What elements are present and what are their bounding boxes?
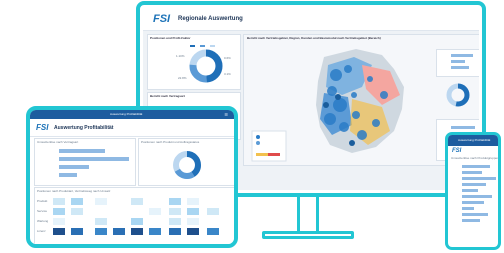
monitor-stand — [297, 197, 319, 231]
heatmap-panel: Positionen nach Produktart, Vertriebsweg… — [34, 187, 234, 244]
map-panel: Bericht nach Vertriebsgebiet, Region, Ku… — [243, 34, 479, 166]
revenue-bar-panel: Umsatzerlöse nach Vertragsart — [34, 138, 136, 186]
mini-bar-chart — [436, 49, 479, 77]
phone-device: Auswertung Profitabilität FSI Umsatzerlö… — [445, 132, 501, 250]
bar — [462, 177, 496, 180]
bar — [462, 195, 492, 198]
tablet-header: FSI Auswertung Profitabilität — [30, 119, 234, 137]
bar — [59, 165, 89, 169]
donut-chart — [173, 151, 201, 179]
bar — [462, 165, 490, 168]
brand-logo: FSI — [452, 148, 462, 154]
bar — [462, 201, 484, 204]
bar — [59, 173, 77, 177]
tablet-status-bar: Auswertung Profitabilität ☰ — [30, 110, 234, 119]
donut-chart — [189, 45, 223, 83]
panel-title: Bericht nach Vertragsart — [150, 94, 185, 98]
bar — [59, 149, 105, 153]
bar — [59, 157, 129, 161]
bar — [462, 213, 488, 216]
monitor-base — [262, 231, 354, 239]
mini-donut — [446, 83, 470, 107]
menu-icon[interactable]: ☰ — [224, 112, 228, 117]
page-title: Regionale Auswertung — [178, 16, 243, 22]
dashboard-header: FSI Regionale Auswertung — [143, 8, 479, 31]
profit-factor-panel: Positionen und Profit-Faktor 1.10% 0.6% … — [147, 34, 241, 90]
brand-logo: FSI — [36, 123, 49, 132]
tablet-device: Auswertung Profitabilität ☰ FSI Auswertu… — [26, 106, 238, 248]
bar — [462, 189, 478, 192]
brand-logo: FSI — [153, 13, 171, 25]
bar — [462, 219, 480, 222]
bar — [462, 207, 474, 210]
heatmap — [53, 198, 219, 235]
product-donut-panel: Positionen nach Produkt und Auftragsstat… — [138, 138, 234, 186]
page-title: Auswertung Profitabilität — [54, 125, 114, 131]
bar — [462, 183, 486, 186]
bar — [462, 171, 482, 174]
phone-header: Auswertung Profitabilität — [448, 135, 498, 146]
